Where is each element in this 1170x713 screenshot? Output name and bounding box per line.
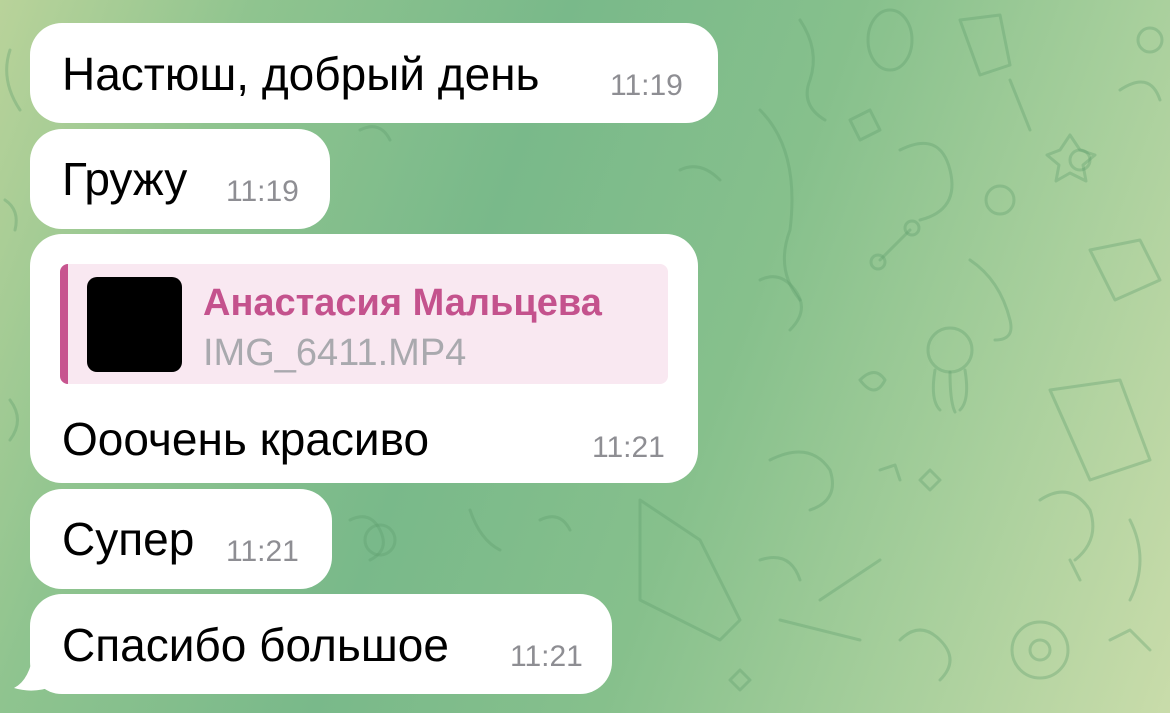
message-bubble[interactable]: Спасибо большое 11:21 — [30, 594, 612, 694]
reply-file-name: IMG_6411.MP4 — [203, 332, 467, 374]
message-time: 11:19 — [610, 69, 683, 102]
message-text: Спасибо большое — [62, 619, 449, 671]
message-text: Гружу — [62, 153, 188, 205]
message-time: 11:21 — [510, 640, 583, 673]
reply-accent-bar — [60, 264, 68, 384]
message-text: Настюш, добрый день — [62, 48, 540, 100]
message-bubble[interactable]: Анастасия Мальцева IMG_6411.MP4 Ооочень … — [30, 234, 698, 483]
message-time: 11:21 — [226, 535, 299, 568]
reply-preview[interactable]: Анастасия Мальцева IMG_6411.MP4 — [60, 264, 668, 384]
message-bubble[interactable]: Супер 11:21 — [30, 489, 332, 589]
message-text: Супер — [62, 513, 195, 565]
message-time: 11:19 — [226, 175, 299, 208]
chat-message-list[interactable]: Настюш, добрый день 11:19 Гружу 11:19 Ан… — [0, 0, 1170, 713]
message-bubble[interactable]: Настюш, добрый день 11:19 — [30, 23, 718, 123]
video-thumbnail — [87, 277, 182, 372]
message-text: Ооочень красиво — [62, 413, 430, 465]
message-time: 11:21 — [592, 431, 665, 464]
message-bubble[interactable]: Гружу 11:19 — [30, 129, 330, 229]
reply-sender-name: Анастасия Мальцева — [203, 282, 602, 324]
